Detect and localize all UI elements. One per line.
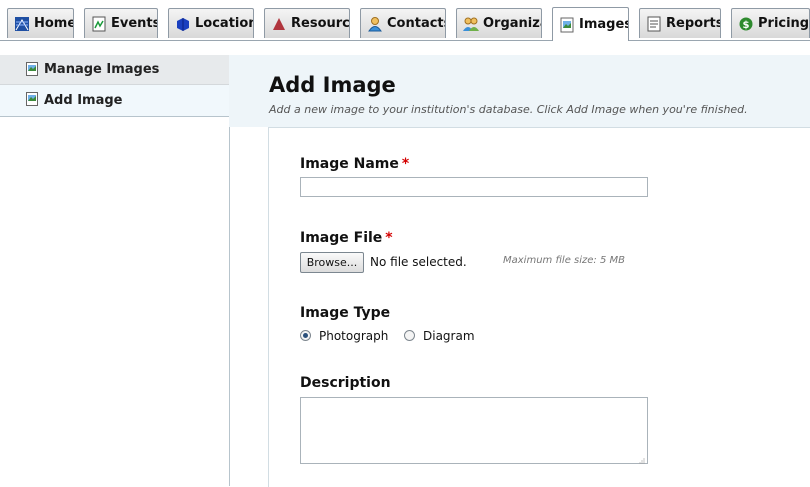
page-subtitle: Add a new image to your institution's da… <box>269 103 748 116</box>
tab-contacts[interactable]: Contacts <box>360 8 446 38</box>
resize-grip-icon[interactable] <box>638 454 645 464</box>
tab-resources[interactable]: Resources <box>264 8 350 38</box>
locations-icon <box>175 16 191 32</box>
required-marker: * <box>385 230 393 246</box>
tab-organizations[interactable]: Organizat <box>456 8 542 38</box>
image-name-label: Image Name * <box>300 156 409 172</box>
tab-home[interactable]: Home <box>7 8 74 38</box>
diagram-radio-label[interactable]: Diagram <box>423 329 475 343</box>
image-name-label-text: Image Name <box>300 156 399 172</box>
image-file-label-text: Image File <box>300 230 383 246</box>
description-label: Description <box>300 375 391 391</box>
photograph-radio-label[interactable]: Photograph <box>319 329 388 343</box>
tab-label: Locations <box>195 16 253 31</box>
tab-images[interactable]: Images <box>552 7 629 41</box>
organizations-icon <box>463 16 479 32</box>
photograph-radio[interactable] <box>300 330 311 341</box>
image-page-icon <box>26 92 38 106</box>
home-icon <box>14 16 30 32</box>
reports-icon <box>646 16 662 32</box>
sidebar: Manage Images Add Image <box>0 55 230 486</box>
sidebar-item-add-image[interactable]: Add Image <box>0 85 229 117</box>
tab-events[interactable]: Events <box>84 8 158 38</box>
diagram-radio[interactable] <box>404 330 415 341</box>
resources-icon <box>271 16 287 32</box>
tab-label: Images <box>579 17 629 32</box>
tab-label: Pricing <box>758 16 810 31</box>
sidebar-item-label: Manage Images <box>44 62 160 77</box>
contacts-icon <box>367 16 383 32</box>
sidebar-item-manage-images[interactable]: Manage Images <box>0 55 229 85</box>
sidebar-item-label: Add Image <box>44 93 123 108</box>
pricing-icon: $ <box>738 16 754 32</box>
tab-label: Events <box>111 16 158 31</box>
tab-bar: Home Events Locations Resources Contacts… <box>0 0 810 41</box>
tab-label: Contacts <box>387 16 446 31</box>
images-icon <box>559 17 575 33</box>
browse-button[interactable]: Browse... <box>300 252 364 273</box>
tab-label: Resources <box>291 16 350 31</box>
image-page-icon <box>26 62 38 76</box>
max-file-size-note: Maximum file size: 5 MB <box>503 255 625 266</box>
tab-reports[interactable]: Reports <box>639 8 721 38</box>
description-textarea[interactable] <box>300 397 648 464</box>
image-file-label: Image File * <box>300 230 393 246</box>
page-title: Add Image <box>269 73 396 97</box>
events-icon <box>91 16 107 32</box>
tab-pricing[interactable]: $ Pricing <box>731 8 810 38</box>
tab-label: Reports <box>666 16 721 31</box>
tab-label: Organizat <box>483 16 541 31</box>
file-status: No file selected. <box>370 255 467 269</box>
required-marker: * <box>401 156 410 172</box>
image-type-label: Image Type <box>300 305 391 321</box>
tab-locations[interactable]: Locations <box>168 8 254 38</box>
svg-text:$: $ <box>743 20 750 31</box>
image-name-input[interactable] <box>300 177 648 197</box>
tab-label: Home <box>34 16 74 31</box>
